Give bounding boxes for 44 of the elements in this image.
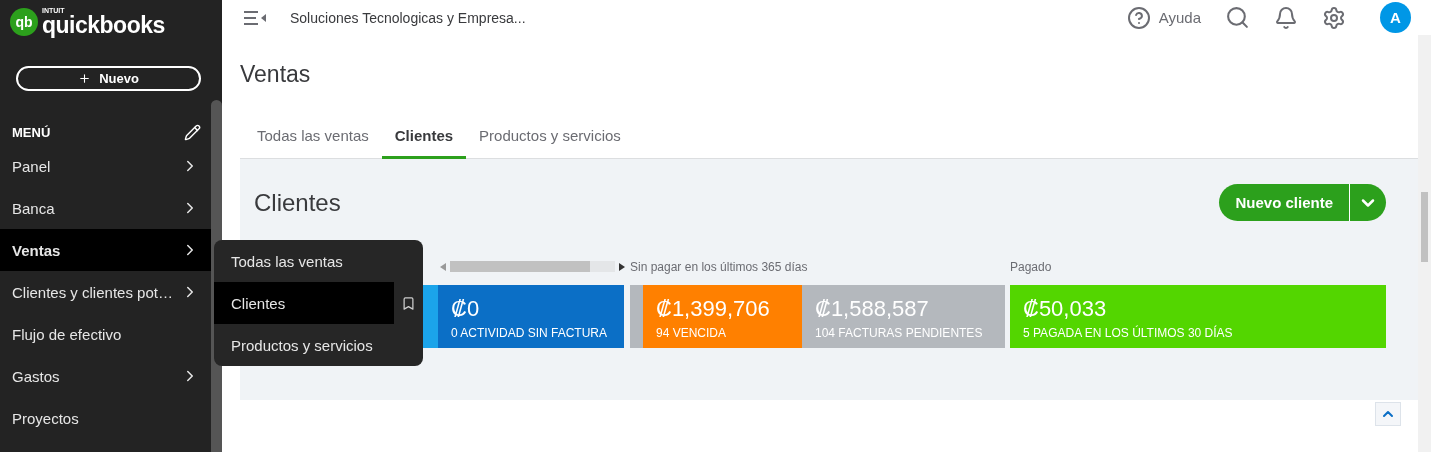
tab[interactable]: Productos y servicios (466, 117, 634, 159)
amount: ₡1,588,587 (815, 297, 930, 321)
horizontal-scrollbar[interactable] (440, 259, 625, 274)
scroll-right-icon[interactable] (619, 262, 625, 271)
menu-item[interactable]: Panel (0, 145, 211, 187)
caption: 0 ACTIVIDAD SIN FACTURA (451, 326, 609, 340)
edit-icon[interactable] (184, 123, 201, 141)
menu-item[interactable]: Proyectos (0, 397, 211, 439)
caption: 94 VENCIDA (656, 326, 728, 340)
plus-icon (78, 72, 92, 85)
scroll-up-button[interactable] (1375, 402, 1401, 426)
new-button[interactable]: Nuevo (16, 66, 201, 91)
menu-item[interactable]: Clientes y clientes pot… (0, 271, 211, 313)
menu-title: MENÚ (12, 124, 51, 140)
money-bar-segment[interactable]: ₡0 0 ACTIVIDAD SIN FACTURA (438, 285, 624, 348)
logo-wordmark: quickbooks (42, 14, 165, 37)
submenu-item[interactable]: Productos y servicios (214, 324, 394, 366)
caption: 104 FACTURAS PENDIENTES (815, 326, 984, 340)
bookmark-icon[interactable] (401, 295, 416, 311)
bell-icon[interactable] (1274, 5, 1298, 30)
submenu-item[interactable]: Clientes (214, 282, 394, 324)
menu-item[interactable]: Ventas (0, 229, 211, 271)
page-title: Ventas (240, 61, 312, 89)
unpaid-label: Sin pagar en los últimos 365 días (629, 259, 809, 274)
submenu-item[interactable]: Todas las ventas (214, 240, 394, 282)
caption: 5 PAGADA EN LOS ÚLTIMOS 30 DÍAS (1023, 326, 1234, 340)
amount: ₡50,033 (1023, 297, 1108, 321)
help-link[interactable]: Ayuda (1126, 5, 1201, 30)
amount: ₡0 (451, 297, 481, 321)
company-name: Soluciones Tecnologicas y Empresa... (290, 9, 527, 26)
scroll-left-icon[interactable] (440, 262, 446, 271)
help-icon (1126, 5, 1151, 30)
paid-label: Pagado (1009, 259, 1053, 274)
search-icon[interactable] (1225, 5, 1250, 30)
menu-icon[interactable] (244, 10, 266, 25)
section-title: Clientes (254, 188, 341, 217)
settings-icon[interactable] (1322, 5, 1346, 30)
vertical-scrollbar[interactable] (1418, 35, 1431, 452)
logo-icon: qb (10, 8, 38, 36)
menu-item[interactable]: Banca (0, 187, 211, 229)
amount: ₡1,399,706 (656, 297, 771, 321)
tab[interactable]: Todas las ventas (244, 117, 382, 159)
menu-item[interactable]: Flujo de efectivo (0, 313, 211, 355)
menu-item[interactable]: Gastos (0, 355, 211, 397)
